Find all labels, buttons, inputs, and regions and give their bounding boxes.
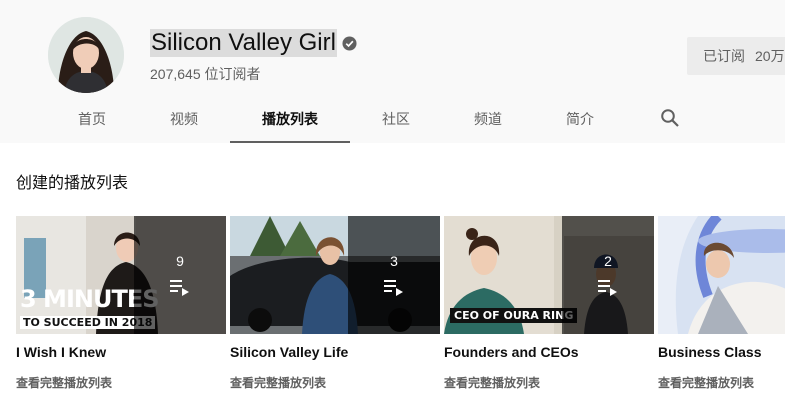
playlist-title[interactable]: Founders and CEOs (444, 344, 579, 360)
playlist-overlay: 2 (562, 216, 654, 334)
playlist-title[interactable]: Business Class (658, 344, 762, 360)
playlist-thumbnail[interactable]: 3 (230, 216, 440, 334)
playlist-icon (384, 280, 403, 296)
playlist-icon (598, 280, 617, 296)
video-count: 9 (176, 253, 184, 269)
playlist-card[interactable]: Business Class 查看完整播放列表 (658, 216, 785, 401)
view-full-playlist-link[interactable]: 查看完整播放列表 (230, 374, 326, 391)
playlist-thumbnail[interactable] (658, 216, 785, 334)
thumbnail-text: CEO OF OURA RING (450, 308, 578, 323)
video-count: 2 (604, 253, 612, 269)
playlist-title[interactable]: I Wish I Knew (16, 344, 106, 360)
channel-name: Silicon Valley Girl (150, 29, 337, 57)
playlist-thumbnail[interactable]: 3 MINUTES TO SUCCEED IN 2018 9 (16, 216, 226, 334)
subscribed-count: 20万 (755, 48, 785, 64)
channel-avatar[interactable] (48, 17, 124, 93)
subscribed-button[interactable]: 已订阅 20万 (687, 37, 785, 75)
tab-about[interactable]: 简介 (534, 98, 626, 143)
playlist-overlay: 3 (348, 216, 440, 334)
playlist-card[interactable]: 3 MINUTES TO SUCCEED IN 2018 9 I Wish I … (16, 216, 226, 390)
view-full-playlist-link[interactable]: 查看完整播放列表 (658, 374, 754, 391)
verified-check-icon (342, 36, 357, 51)
tab-playlists[interactable]: 播放列表 (230, 98, 350, 143)
playlist-icon (170, 280, 189, 296)
tab-community[interactable]: 社区 (350, 98, 442, 143)
tab-channels[interactable]: 频道 (442, 98, 534, 143)
subscriber-count: 207,645 位订阅者 (150, 66, 261, 82)
view-full-playlist-link[interactable]: 查看完整播放列表 (16, 374, 112, 391)
playlist-title[interactable]: Silicon Valley Life (230, 344, 348, 360)
tab-home[interactable]: 首页 (46, 98, 138, 143)
view-full-playlist-link[interactable]: 查看完整播放列表 (444, 374, 540, 391)
playlist-card[interactable]: CEO OF OURA RING 2 Founders and CEOs 查看完… (444, 216, 654, 390)
tab-videos[interactable]: 视频 (138, 98, 230, 143)
subscribed-label: 已订阅 (703, 48, 745, 64)
channel-header: Silicon Valley Girl 207,645 位订阅者 已订阅 20万 … (0, 0, 785, 143)
section-title: 创建的播放列表 (16, 175, 129, 192)
search-icon[interactable] (660, 108, 680, 128)
playlist-thumbnail[interactable]: CEO OF OURA RING 2 (444, 216, 654, 334)
playlist-overlay: 9 (134, 216, 226, 334)
video-count: 3 (390, 253, 398, 269)
playlist-card[interactable]: 3 Silicon Valley Life 查看完整播放列表 (230, 216, 440, 390)
